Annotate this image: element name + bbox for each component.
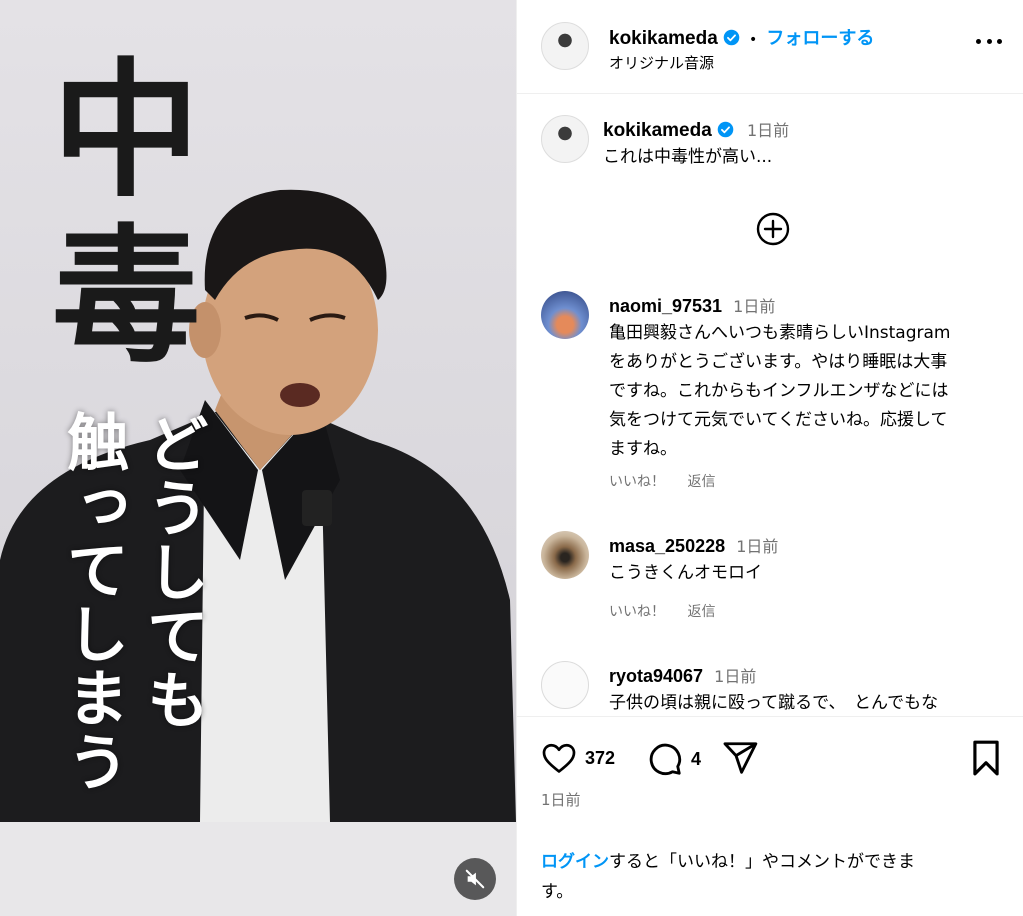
post-header: kokikameda • フォローする オリジナル音源 (517, 0, 1023, 94)
author-avatar[interactable] (541, 22, 589, 70)
comment-line: をありがとうございます。やはり睡眠は大事 (609, 352, 948, 372)
reel-video[interactable]: 中 毒 どうしても 触ってしまう (0, 0, 516, 916)
follow-button[interactable]: フォローする (766, 28, 874, 48)
commenter-username[interactable]: naomi_97531 (609, 296, 722, 316)
commenter-avatar[interactable] (541, 531, 589, 579)
verified-badge-icon (717, 121, 734, 138)
plus-circle-icon (756, 212, 790, 246)
overlay-title-char-2: 毒 (52, 209, 200, 383)
comment-text: 子供の頃は親に殴って蹴るで、 とんでもな (609, 689, 938, 715)
commenter-avatar[interactable] (541, 661, 589, 709)
overlay-vertical-text-right: どうしても (136, 412, 210, 732)
caption-time[interactable]: 1日前 (747, 121, 789, 140)
comment-time[interactable]: 1日前 (736, 537, 778, 556)
commenter-username[interactable]: masa_250228 (609, 536, 725, 556)
more-options-icon[interactable] (976, 36, 1002, 46)
comment-line: 子供の頃は親に殴って蹴るで、 とんでもな (609, 693, 939, 713)
comment-count: 4 (691, 748, 702, 769)
caption-username[interactable]: kokikameda (603, 120, 712, 141)
comment-button[interactable]: 4 (647, 741, 701, 777)
login-prompt-text: すると「いいね！」やコメントができま (609, 852, 915, 872)
comment-time[interactable]: 1日前 (714, 667, 756, 686)
verified-badge-icon (723, 29, 740, 46)
login-prompt: ログインすると「いいね！」やコメントができま す。 (541, 847, 1001, 907)
header-separator: • (748, 32, 758, 48)
post-date[interactable]: 1日前 (541, 789, 581, 810)
like-count: 372 (585, 747, 616, 768)
login-link[interactable]: ログイン (541, 852, 609, 872)
save-button[interactable] (969, 739, 1003, 781)
login-prompt-text-end: す。 (541, 882, 574, 902)
like-button[interactable]: 372 (541, 741, 615, 775)
comment-like-button[interactable]: いいね！ (609, 474, 665, 490)
caption-text: これは中毒性が高い... (603, 147, 773, 167)
mute-button[interactable] (454, 858, 496, 900)
comment-line: 気をつけて元気でいてくださいね。応援して (609, 410, 948, 430)
video-bottom-area (0, 822, 516, 916)
commenter-avatar[interactable] (541, 291, 589, 339)
comment-text: こうきくんオモロイ (609, 559, 762, 588)
overlay-vertical-text-left: 触ってしまう (56, 410, 130, 794)
author-username[interactable]: kokikameda (609, 28, 718, 49)
caption-avatar[interactable] (541, 115, 589, 163)
comment-text: 亀田興毅さんへいつも素晴らしいInstagram をありがとうございます。やはり… (609, 319, 1014, 464)
comment-reply-button[interactable]: 返信 (687, 474, 715, 490)
comment-time[interactable]: 1日前 (733, 297, 775, 316)
load-more-comments-button[interactable] (755, 211, 791, 247)
post-detail-pane: kokikameda • フォローする オリジナル音源 kokikameda 1… (516, 0, 1023, 916)
comment-line: ですね。これからもインフルエンザなどには (609, 381, 949, 401)
commenter-username[interactable]: ryota94067 (609, 666, 703, 686)
comment-like-button[interactable]: いいね！ (609, 604, 665, 620)
bookmark-icon (973, 740, 999, 776)
paper-plane-icon (723, 742, 758, 774)
audio-label[interactable]: オリジナル音源 (609, 52, 714, 73)
heart-icon (542, 743, 576, 773)
comment-line: ますね。 (609, 439, 677, 459)
share-button[interactable] (721, 739, 759, 781)
comment-line: こうきくんオモロイ (609, 563, 762, 583)
comment-line: 亀田興毅さんへいつも素晴らしいInstagram (609, 323, 951, 343)
post-actions: 372 4 1日前 ログインすると「いいね！」やコメントができま す。 (517, 716, 1023, 916)
comment-reply-button[interactable]: 返信 (687, 604, 715, 620)
overlay-title-char-1: 中 (52, 43, 200, 217)
muted-speaker-icon (465, 869, 485, 889)
comments-scroll-area[interactable]: kokikameda 1日前 これは中毒性が高い... naomi_97531 … (517, 95, 1023, 715)
comment-icon (649, 743, 682, 776)
